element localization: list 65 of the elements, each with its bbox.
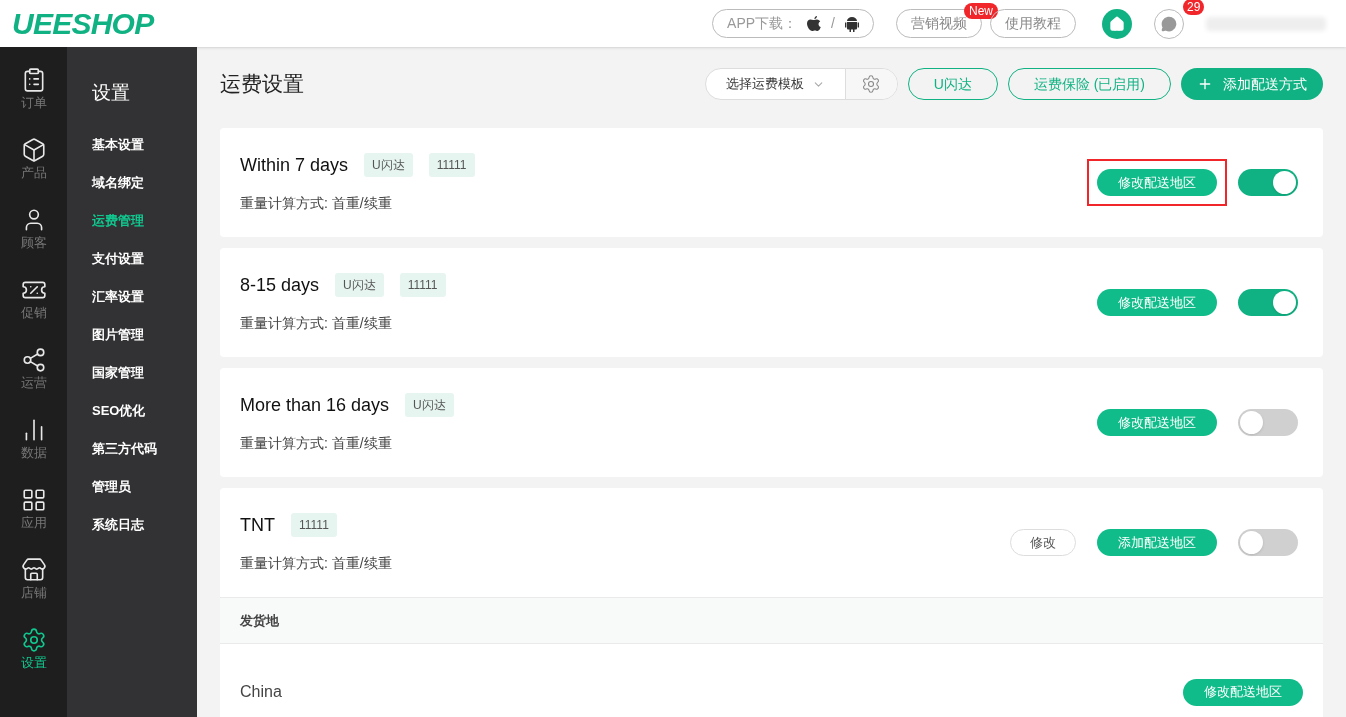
weight-method-text: 重量计算方式: 首重/续重 <box>240 313 393 333</box>
rail-item[interactable]: 数据 <box>0 405 67 475</box>
separator-text: / <box>831 14 835 33</box>
settings-icon <box>20 627 47 654</box>
method-name: TNT <box>240 513 275 537</box>
region-button[interactable]: 添加配送地区 <box>1097 529 1217 556</box>
submenu-item[interactable]: 支付设置 <box>92 239 197 278</box>
chat-icon <box>1161 15 1177 32</box>
region-button[interactable]: 修改配送地区 <box>1097 169 1217 196</box>
toggle-switch[interactable] <box>1238 169 1298 196</box>
method-tag: 11111 <box>428 153 475 177</box>
method-tag: 11111 <box>399 273 446 297</box>
submenu-item[interactable]: 管理员 <box>92 467 197 506</box>
android-icon[interactable] <box>845 15 859 32</box>
home-button[interactable] <box>1102 8 1132 39</box>
submenu-title: 设置 <box>92 81 131 105</box>
rail-item[interactable]: 店铺 <box>0 545 67 615</box>
toggle-switch[interactable] <box>1238 409 1298 436</box>
submenu-item[interactable]: 汇率设置 <box>92 277 197 316</box>
submenu-item[interactable]: 图片管理 <box>92 315 197 354</box>
logo[interactable]: UEESHOP <box>12 1 154 46</box>
plus-icon <box>1197 76 1213 92</box>
method-tag: U闪达 <box>405 393 454 417</box>
grid-icon <box>20 487 47 514</box>
submenu-item[interactable]: 第三方代码 <box>92 429 197 468</box>
home-icon <box>1109 15 1125 32</box>
origin-country: China <box>240 682 282 702</box>
submenu-item[interactable]: SEO优化 <box>92 391 197 430</box>
rail-item[interactable]: 订单 <box>0 55 67 125</box>
weight-method-text: 重量计算方式: 首重/续重 <box>240 193 393 213</box>
submenu-item[interactable]: 域名绑定 <box>92 163 197 202</box>
new-badge: New <box>964 3 998 19</box>
message-count-badge: 29 <box>1183 0 1205 15</box>
apple-icon[interactable] <box>807 15 822 32</box>
method-name: Within 7 days <box>240 153 349 177</box>
submenu-item[interactable]: 基本设置 <box>92 125 197 164</box>
app-download-label: APP下载： <box>727 14 798 33</box>
method-tag: 11111 <box>291 513 337 537</box>
rail-item[interactable]: 运营 <box>0 335 67 405</box>
weight-method-text: 重量计算方式: 首重/续重 <box>240 553 392 573</box>
rail-item[interactable]: 设置 <box>0 615 67 685</box>
submenu-item[interactable]: 系统日志 <box>92 505 197 544</box>
settings-icon <box>861 74 882 94</box>
method-tag: U闪达 <box>364 153 413 177</box>
method-tag: U闪达 <box>335 273 384 297</box>
toggle-switch[interactable] <box>1238 289 1298 316</box>
method-name: 8-15 days <box>240 273 320 297</box>
submenu-item[interactable]: 国家管理 <box>92 353 197 392</box>
store-icon <box>20 557 47 584</box>
region-button[interactable]: 修改配送地区 <box>1183 678 1303 706</box>
template-select[interactable]: 选择运费模板 <box>704 68 898 100</box>
toggle-switch[interactable] <box>1238 529 1298 556</box>
region-button[interactable]: 修改配送地区 <box>1097 289 1217 316</box>
page-title: 运费设置 <box>220 71 304 98</box>
add-shipping-button[interactable]: 添加配送方式 <box>1181 68 1323 100</box>
region-button[interactable]: 修改配送地区 <box>1097 409 1217 436</box>
rail-item[interactable]: 产品 <box>0 125 67 195</box>
origin-heading: 发货地 <box>240 611 279 630</box>
box-icon <box>20 137 47 164</box>
rail-item[interactable]: 促销 <box>0 265 67 335</box>
rail-item[interactable]: 顾客 <box>0 195 67 265</box>
method-name: More than 16 days <box>240 393 390 417</box>
submenu-item[interactable]: 运费管理 <box>92 201 197 240</box>
rail-item[interactable]: 应用 <box>0 475 67 545</box>
weight-method-text: 重量计算方式: 首重/续重 <box>240 433 393 453</box>
